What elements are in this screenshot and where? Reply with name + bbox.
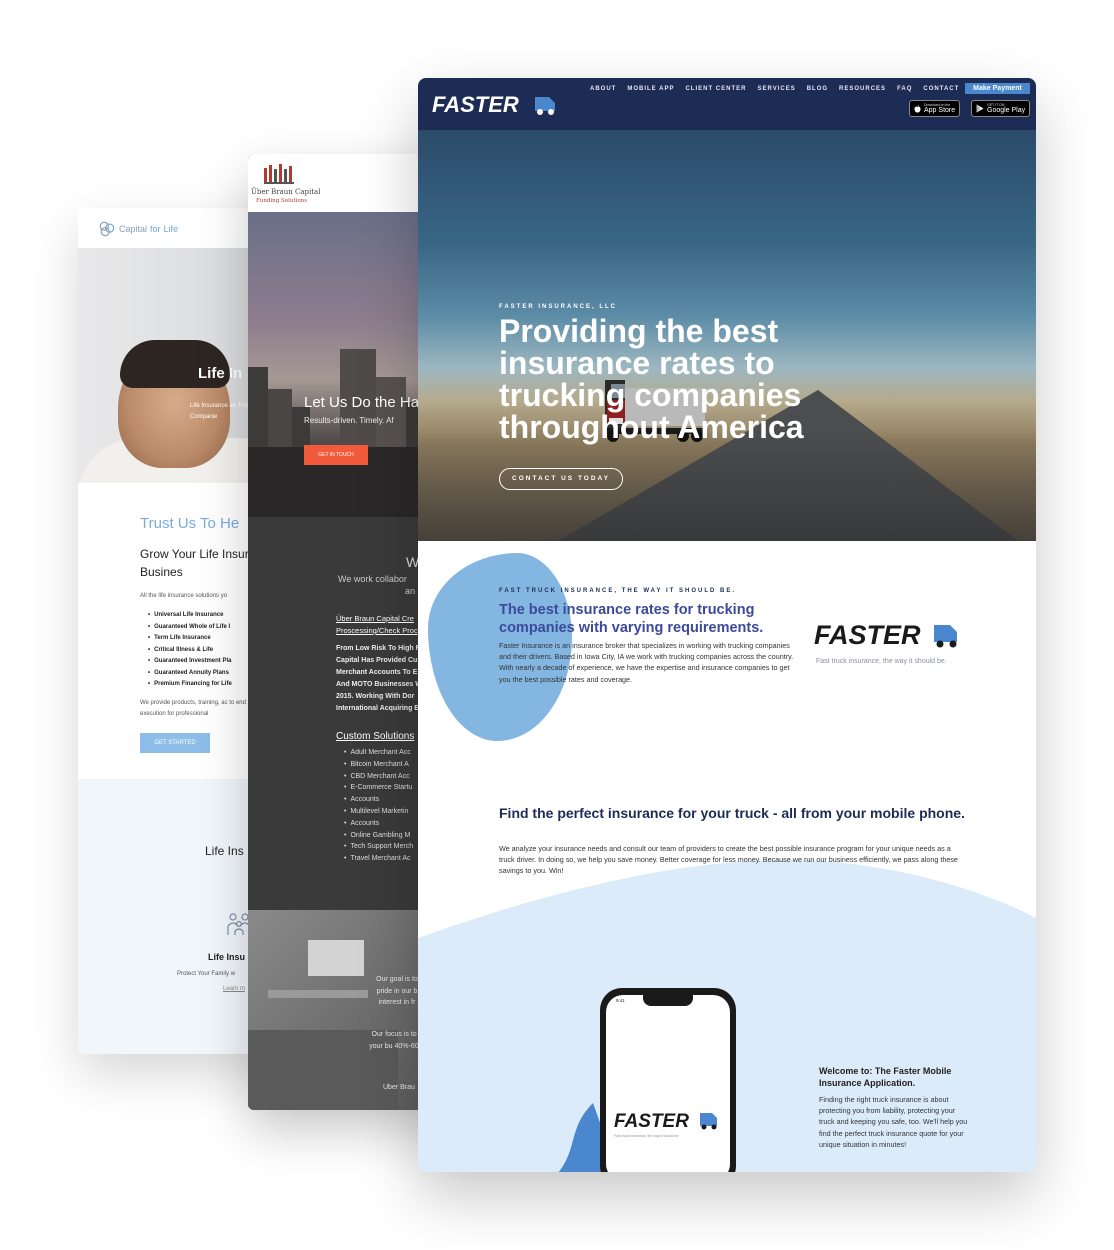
logo-capital-text: Capital [119, 224, 148, 234]
nav-client-center[interactable]: CLIENT CENTER [685, 86, 746, 92]
phone-notch [643, 995, 693, 1006]
list-item: Critical Illness & Life [148, 645, 232, 657]
uber-hero-title: Let Us Do the Ha [304, 394, 420, 411]
uber-logo-icon[interactable] [264, 164, 296, 184]
google-play-badge[interactable]: GET IT ON Google Play [971, 100, 1031, 117]
phone-app-logo: FASTER [614, 1111, 717, 1132]
uber-para-line: Merchant Accounts To E [336, 669, 418, 676]
faster-logo-large-text: FASTER [814, 620, 921, 650]
list-item: Premium Financing for Life [148, 679, 232, 691]
google-play-icon [976, 104, 984, 113]
list-item: CBD Merchant Acc [344, 771, 413, 783]
uber-paragraph: From Low Risk To High R Capital Has Prov… [336, 643, 422, 715]
list-item: Multilevel Marketin [344, 806, 413, 818]
hexagon-logo-icon [99, 221, 115, 237]
list-item: E-Commerce Startu [344, 782, 413, 794]
list-item: Travel Merchant Ac [344, 853, 413, 865]
capital-band-title: Life Ins [205, 844, 244, 858]
capital-hero-title: Life In [198, 365, 243, 382]
capital-intro: All the life insurance solutions yo [140, 593, 228, 599]
section-kicker: FAST TRUCK INSURANCE, THE WAY IT SHOULD … [499, 588, 737, 594]
faster-insurance-page: FASTER ABOUT MOBILE APP CLIENT CENTER SE… [418, 78, 1036, 1172]
hero-headline: Providing the best insurance rates to tr… [499, 313, 804, 445]
nav-faq[interactable]: FAQ [897, 86, 912, 92]
nav-contact[interactable]: CONTACT [923, 86, 959, 92]
capital-logo[interactable]: Capital for Life [98, 220, 178, 238]
app-store-label: App Store [924, 107, 956, 114]
uber-para-line: Capital Has Provided Cu [336, 657, 418, 664]
faster-tagline: Fast truck insurance, the way it should … [816, 658, 947, 665]
nav-blog[interactable]: BLOG [807, 86, 828, 92]
uber-section-lead: We work collabor [338, 574, 407, 584]
uber-para-line: From Low Risk To High R [336, 645, 421, 652]
logo-for-text: for [150, 224, 161, 234]
capital-service-list: Universal Life Insurance Guaranteed Whol… [148, 610, 232, 691]
capital-closing: We provide products, training, ac to end… [140, 700, 246, 717]
faster-logo-large: FASTER [814, 620, 957, 650]
phone-screen: 9:41 FASTER Fast truck insurance, the wa… [606, 995, 730, 1172]
list-item: Adult Merchant Acc [344, 747, 413, 759]
list-item: Universal Life Insurance [148, 610, 232, 622]
uber-logo-name: Über Braun Capital [251, 188, 321, 196]
list-item: Accounts [344, 794, 413, 806]
phone-tagline: Fast truck insurance, the way it should … [614, 1134, 680, 1138]
portfolio-stage: Capital for Life Life In Life Insurance … [0, 0, 1114, 1250]
list-item: Accounts [344, 818, 413, 830]
google-play-label: Google Play [987, 107, 1026, 114]
uber-link-line-2: Proscessing/Check Proc [336, 626, 418, 635]
list-item: Tech Support Merch [344, 841, 413, 853]
faster-menu: ABOUT MOBILE APP CLIENT CENTER SERVICES … [590, 86, 959, 92]
uber-para-line: 2015. Working With Dor [336, 693, 415, 700]
capital-band-item-title: Life Insu [208, 952, 246, 962]
nav-about[interactable]: ABOUT [590, 86, 616, 92]
uber-processing-link[interactable]: Über Braun Capital Cre Proscessing/Check… [336, 613, 418, 637]
phone-time: 9:41 [616, 998, 625, 1003]
learn-more-link[interactable]: Learn m [223, 986, 245, 992]
mobile-section-title: Find the perfect insurance for your truc… [499, 805, 965, 821]
apple-icon [914, 104, 921, 113]
make-payment-button[interactable]: Make Payment [965, 83, 1030, 94]
nav-resources[interactable]: RESOURCES [839, 86, 886, 92]
list-item: Guaranteed Investment Pla [148, 656, 232, 668]
section-text: Faster Insurance is an insurance broker … [499, 641, 794, 684]
uber-solutions-title[interactable]: Custom Solutions [336, 731, 414, 742]
photo-desk [268, 990, 368, 998]
app-store-badge[interactable]: Download on the App Store [909, 100, 961, 117]
uber-solutions-list: Adult Merchant Acc Bitcoin Merchant A CB… [344, 747, 413, 865]
uber-hero-subtitle: Results-driven. Timely. Af [304, 416, 394, 425]
list-item: Guaranteed Whole of Life I [148, 622, 232, 634]
uber-link-line-1: Über Braun Capital Cre [336, 614, 414, 623]
section-title: The best insurance rates for trucking co… [499, 602, 764, 636]
get-started-button[interactable]: GET STARTED [140, 733, 210, 753]
uber-signature: Uber Brau [383, 1084, 415, 1091]
faster-hero: FASTER INSURANCE, LLC Providing the best… [418, 130, 1036, 541]
uber-goal-text: Our goal is to pride in our b interest i… [376, 976, 418, 1006]
get-in-touch-button[interactable]: GET IN TOUCH [304, 445, 368, 465]
faster-logo-text: FASTER [432, 92, 519, 117]
faster-logo[interactable]: FASTER [432, 91, 560, 117]
capital-heading-blue: Trust Us To He [140, 515, 240, 532]
hero-eyebrow: FASTER INSURANCE, LLC [499, 304, 618, 310]
uber-para-line: And MOTO Businesses W [336, 681, 422, 688]
list-item: Term Life Insurance [148, 633, 232, 645]
uber-para-line: International Acquiring E [336, 705, 419, 712]
welcome-title: Welcome to: The Faster Mobile Insurance … [819, 1066, 952, 1088]
nav-mobile-app[interactable]: MOBILE APP [627, 86, 674, 92]
logo-life-text: Life [163, 224, 179, 234]
uber-logo-subtitle: Funding Solutions [256, 198, 308, 204]
nav-services[interactable]: SERVICES [757, 86, 795, 92]
phone-logo-text: FASTER [614, 1111, 689, 1132]
phone-mockup: 9:41 FASTER Fast truck insurance, the wa… [600, 988, 736, 1172]
contact-us-button[interactable]: CONTACT US TODAY [499, 468, 623, 490]
welcome-text: Finding the right truck insurance is abo… [819, 1095, 968, 1149]
list-item: Bitcoin Merchant A [344, 759, 413, 771]
capital-band-item-text: Protect Your Family w [177, 971, 236, 977]
faster-navbar: FASTER ABOUT MOBILE APP CLIENT CENTER SE… [418, 78, 1036, 130]
list-item: Online Gambling M [344, 830, 413, 842]
mobile-section-text: We analyze your insurance needs and cons… [499, 844, 958, 876]
list-item: Guaranteed Annuity Plans [148, 668, 232, 680]
photo-monitor [308, 940, 364, 976]
uber-section-lead-2: an [405, 586, 416, 596]
